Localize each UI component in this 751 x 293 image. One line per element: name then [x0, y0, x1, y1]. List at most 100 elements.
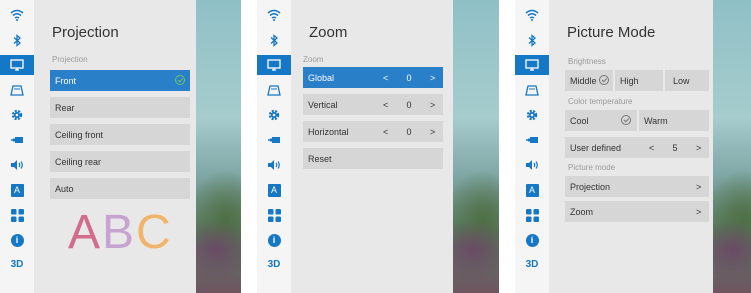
projection-screen: A i 3D Projection Projection Front Rear … [0, 0, 241, 293]
picture-mode-section-label: Picture mode [568, 163, 616, 172]
color-temp-cool-option[interactable]: Cool [565, 110, 637, 131]
icon-bar: A i 3D [257, 0, 291, 293]
info-icon[interactable]: i [515, 230, 549, 250]
decrease-arrow[interactable]: < [383, 127, 388, 137]
icon-bar: A i 3D [515, 0, 549, 293]
bluetooth-icon[interactable] [0, 30, 34, 50]
brightness-low-option[interactable]: Low [665, 70, 709, 91]
color-temp-warm-option[interactable]: Warm [639, 110, 709, 131]
user-defined-value: 5 [672, 142, 678, 153]
settings-gear-icon[interactable] [0, 105, 34, 125]
option-front[interactable]: Front [50, 70, 190, 91]
zoom-screen: A i 3D Zoom Zoom Global < 0 > Vertical <… [257, 0, 499, 293]
page-title: Projection [52, 24, 119, 41]
zoom-global-row[interactable]: Global < 0 > [303, 67, 443, 88]
page-title: Picture Mode [567, 24, 656, 41]
option-label: Low [673, 75, 690, 86]
option-label: High [620, 75, 639, 86]
page-title: Zoom [309, 24, 348, 41]
volume-icon[interactable] [0, 155, 34, 175]
wifi-icon[interactable] [0, 5, 34, 25]
zoom-panel: Zoom Zoom Global < 0 > Vertical < 0 > Ho… [291, 0, 453, 293]
brightness-high-option[interactable]: High [615, 70, 663, 91]
sample-letter-b: B [102, 206, 137, 259]
apps-icon[interactable] [515, 205, 549, 225]
option-ceiling-front[interactable]: Ceiling front [50, 124, 190, 145]
input-source-icon[interactable] [257, 130, 291, 150]
zoom-vertical-row[interactable]: Vertical < 0 > [303, 94, 443, 115]
section-label: Projection [52, 55, 88, 64]
zoom-value: 0 [406, 72, 412, 83]
zoom-value: 0 [406, 99, 412, 110]
chevron-right-icon: > [696, 181, 702, 192]
3d-icon[interactable]: 3D [0, 254, 34, 274]
language-icon[interactable]: A [257, 180, 291, 200]
brightness-middle-option[interactable]: Middle [565, 70, 613, 91]
keystone-icon[interactable] [0, 80, 34, 100]
option-label: Rear [55, 102, 75, 113]
volume-icon[interactable] [257, 155, 291, 175]
picture-mode-zoom-item[interactable]: Zoom > [565, 201, 709, 222]
info-icon[interactable]: i [0, 230, 34, 250]
3d-icon[interactable]: 3D [257, 254, 291, 274]
increase-arrow[interactable]: > [430, 73, 435, 83]
bluetooth-icon[interactable] [515, 30, 549, 50]
settings-gear-icon[interactable] [257, 105, 291, 125]
option-label: Middle [570, 75, 597, 86]
keystone-icon[interactable] [515, 80, 549, 100]
info-icon[interactable]: i [257, 230, 291, 250]
bluetooth-icon[interactable] [257, 30, 291, 50]
option-ceiling-rear[interactable]: Ceiling rear [50, 151, 190, 172]
language-icon[interactable]: A [515, 180, 549, 200]
language-icon[interactable]: A [0, 180, 34, 200]
increase-arrow[interactable]: > [430, 100, 435, 110]
projection-panel: Projection Projection Front Rear Ceiling… [34, 0, 196, 293]
row-label: Reset [308, 153, 332, 164]
projection-screen-icon[interactable] [0, 55, 34, 75]
decrease-arrow[interactable]: < [649, 143, 654, 153]
option-label: Front [55, 75, 77, 86]
volume-icon[interactable] [515, 155, 549, 175]
user-defined-row[interactable]: User defined < 5 > [565, 137, 709, 158]
apps-icon[interactable] [257, 205, 291, 225]
option-rear[interactable]: Rear [50, 97, 190, 118]
settings-gear-icon[interactable] [515, 105, 549, 125]
apps-icon[interactable] [0, 205, 34, 225]
option-auto[interactable]: Auto [50, 178, 190, 199]
zoom-horizontal-row[interactable]: Horizontal < 0 > [303, 121, 443, 142]
picture-mode-panel: Picture Mode Brightness Middle High Low … [549, 0, 713, 293]
picture-mode-projection-item[interactable]: Projection > [565, 176, 709, 197]
check-icon [175, 75, 185, 85]
increase-arrow[interactable]: > [696, 143, 701, 153]
option-label: Ceiling rear [55, 156, 102, 167]
increase-arrow[interactable]: > [430, 127, 435, 137]
row-label: Projection [570, 181, 611, 192]
3d-icon[interactable]: 3D [515, 254, 549, 274]
option-label: Warm [644, 115, 668, 126]
projection-screen-icon[interactable] [257, 55, 291, 75]
picture-mode-screen: A i 3D Picture Mode Brightness Middle Hi… [515, 0, 751, 293]
option-label: Cool [570, 115, 589, 126]
wifi-icon[interactable] [515, 5, 549, 25]
row-label: Global [308, 72, 335, 83]
option-label: Ceiling front [55, 129, 104, 140]
background-scenery [196, 0, 241, 293]
wifi-icon[interactable] [257, 5, 291, 25]
background-scenery [453, 0, 499, 293]
projection-screen-icon[interactable] [515, 55, 549, 75]
decrease-arrow[interactable]: < [383, 73, 388, 83]
sample-text-abc: ABC [68, 205, 173, 260]
decrease-arrow[interactable]: < [383, 100, 388, 110]
option-label: Auto [55, 183, 74, 194]
input-source-icon[interactable] [0, 130, 34, 150]
color-temperature-section-label: Color temperature [568, 97, 633, 106]
zoom-value: 0 [406, 126, 412, 137]
sample-letter-a: A [68, 206, 103, 259]
check-icon [599, 75, 609, 85]
zoom-reset-button[interactable]: Reset [303, 148, 443, 169]
section-label: Zoom [303, 55, 324, 64]
keystone-icon[interactable] [257, 80, 291, 100]
background-scenery [713, 0, 751, 293]
input-source-icon[interactable] [515, 130, 549, 150]
icon-bar: A i 3D [0, 0, 34, 293]
